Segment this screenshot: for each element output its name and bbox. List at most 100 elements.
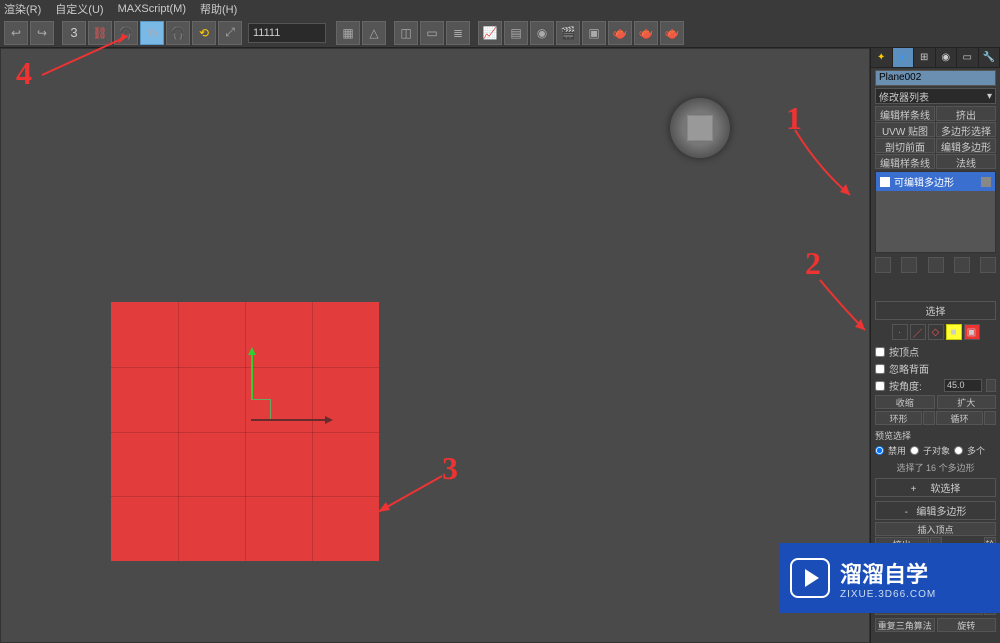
refsys-input[interactable] [248, 23, 326, 43]
schematic-button[interactable]: ▤ [504, 21, 528, 45]
pin-stack-button[interactable] [875, 257, 891, 273]
subobject-icons: · ／ ◇ ■ ▣ [875, 324, 996, 340]
stack-controls [875, 257, 996, 273]
preset-normal[interactable]: 法线 [936, 154, 996, 169]
render-last-button[interactable]: 🫖 [634, 21, 658, 45]
vertex-mode-icon[interactable]: · [892, 324, 908, 340]
menu-bar: 渲染(R) 自定义(U) MAXScript(M) 帮助(H) [0, 0, 1000, 18]
render-setup-button[interactable]: 🎬 [556, 21, 580, 45]
angle-value-field[interactable]: 45.0 [944, 379, 982, 392]
configure-sets-button[interactable] [980, 257, 996, 273]
menu-render[interactable]: 渲染(R) [4, 1, 41, 17]
link-button[interactable]: 3 [62, 21, 86, 45]
loop-spinner[interactable] [984, 411, 996, 425]
layer-button[interactable]: ≣ [446, 21, 470, 45]
preset-uvw[interactable]: UVW 贴图 [875, 122, 935, 137]
by-vertex-checkbox[interactable] [875, 347, 885, 357]
unlink-button[interactable]: ⛓ [88, 21, 112, 45]
render-button[interactable]: 🫖 [608, 21, 632, 45]
create-tab[interactable]: ✦ [871, 48, 893, 67]
select-rotate-button[interactable]: ⟲ [192, 21, 216, 45]
modifier-presets: 编辑样条线 挤出 UVW 贴图 多边形选择 剖切前面 编辑多边形 编辑样条线 法… [875, 106, 996, 169]
soft-selection-rollout-title[interactable]: + 软选择 [875, 478, 996, 497]
angle-snap-button[interactable]: △ [362, 21, 386, 45]
snap-toggle-button[interactable]: ▦ [336, 21, 360, 45]
hierarchy-tab[interactable]: ⊞ [914, 48, 936, 67]
show-end-result-button[interactable] [901, 257, 917, 273]
viewcube-face[interactable] [687, 115, 713, 141]
remove-modifier-button[interactable] [954, 257, 970, 273]
loop-button[interactable]: 循环 [936, 411, 983, 425]
material-editor-button[interactable]: ◉ [530, 21, 554, 45]
insert-vertex-button[interactable]: 插入顶点 [875, 522, 996, 536]
render-frame-button[interactable]: ▣ [582, 21, 606, 45]
object-name-field[interactable]: Plane002 [875, 70, 996, 86]
preview-multi-radio[interactable] [954, 446, 963, 455]
edit-triangulation-button[interactable]: 重复三角算法 [875, 618, 935, 632]
watermark-play-icon [790, 558, 830, 598]
viewport-container [0, 48, 870, 643]
grow-button[interactable]: 扩大 [937, 395, 997, 409]
select-button[interactable]: % [140, 21, 164, 45]
select-scale-button[interactable]: ⤢ [218, 21, 242, 45]
menu-maxscript[interactable]: MAXScript(M) [118, 3, 186, 15]
motion-tab[interactable]: ◉ [936, 48, 958, 67]
shrink-button[interactable]: 收缩 [875, 395, 935, 409]
edge-mode-icon[interactable]: ／ [910, 324, 926, 340]
preset-extrude[interactable]: 挤出 [936, 106, 996, 121]
border-mode-icon[interactable]: ◇ [928, 324, 944, 340]
redo-button[interactable]: ↪ [30, 21, 54, 45]
ring-spinner[interactable] [923, 411, 935, 425]
preview-off-radio[interactable] [875, 446, 884, 455]
preview-off-label: 禁用 [888, 444, 906, 457]
preview-subobj-radio[interactable] [910, 446, 919, 455]
utilities-tab[interactable]: 🔧 [979, 48, 1000, 67]
preview-subobj-label: 子对象 [923, 444, 950, 457]
display-tab[interactable]: ▭ [957, 48, 979, 67]
quick-render-button[interactable]: 🫖 [660, 21, 684, 45]
selection-rollout-title[interactable]: 选择 [875, 301, 996, 320]
selection-status: 选择了 16 个多边形 [875, 461, 996, 474]
preset-edit-spline[interactable]: 编辑样条线 [875, 106, 935, 121]
menu-help[interactable]: 帮助(H) [200, 1, 237, 17]
edit-poly-rollout-title[interactable]: - 编辑多边形 [875, 501, 996, 520]
element-mode-icon[interactable]: ▣ [964, 324, 980, 340]
preset-edit-spline2[interactable]: 编辑样条线 [875, 154, 935, 169]
curve-editor-button[interactable]: 📈 [478, 21, 502, 45]
modifier-visibility-icon[interactable] [880, 177, 890, 187]
modifier-item-end-icon [981, 177, 991, 187]
polygon-mode-icon[interactable]: ■ [946, 324, 962, 340]
ignore-backfacing-label: 忽略背面 [889, 361, 929, 376]
preview-multi-label: 多个 [967, 444, 985, 457]
preview-label: 预览选择 [875, 429, 996, 442]
modifier-stack-item[interactable]: 可编辑多边形 [876, 172, 995, 191]
align-button[interactable]: ▭ [420, 21, 444, 45]
undo-button[interactable]: ↩ [4, 21, 28, 45]
ring-button[interactable]: 环形 [875, 411, 922, 425]
modifier-stack[interactable]: 可编辑多边形 [875, 171, 996, 253]
selection-rollout: · ／ ◇ ■ ▣ 按顶点 忽略背面 按角度:45.0 收缩 扩大 环形 循环 … [875, 324, 996, 474]
main-toolbar: ↩ ↪ 3 ⛓ 🎧 % 🎧 ⟲ ⤢ ▦ △ ◫ ▭ ≣ 📈 ▤ ◉ 🎬 ▣ 🫖 … [0, 18, 1000, 48]
make-unique-button[interactable] [928, 257, 944, 273]
preset-edit-poly[interactable]: 编辑多边形 [936, 138, 996, 153]
by-angle-checkbox[interactable] [875, 381, 885, 391]
turn-button[interactable]: 旋转 [937, 618, 997, 632]
preset-poly-select[interactable]: 多边形选择 [936, 122, 996, 137]
watermark-title: 溜溜自学 [840, 557, 936, 589]
modifier-list-dropdown[interactable]: 修改器列表▾ [875, 88, 996, 104]
by-vertex-label: 按顶点 [889, 344, 919, 359]
plane-object[interactable] [111, 302, 379, 561]
watermark: 溜溜自学 ZIXUE.3D66.COM [780, 543, 1000, 613]
mirror-button[interactable]: ◫ [394, 21, 418, 45]
by-angle-label: 按角度: [889, 378, 922, 393]
preset-slice[interactable]: 剖切前面 [875, 138, 935, 153]
viewcube[interactable] [670, 98, 730, 158]
menu-custom[interactable]: 自定义(U) [55, 1, 103, 17]
select-move-button[interactable]: 🎧 [166, 21, 190, 45]
ignore-backfacing-checkbox[interactable] [875, 364, 885, 374]
modify-tab[interactable]: ◗ [893, 48, 915, 67]
perspective-viewport[interactable] [0, 48, 870, 643]
bind-button[interactable]: 🎧 [114, 21, 138, 45]
command-panel-tabs: ✦ ◗ ⊞ ◉ ▭ 🔧 [871, 48, 1000, 68]
angle-spinner[interactable] [986, 379, 996, 392]
